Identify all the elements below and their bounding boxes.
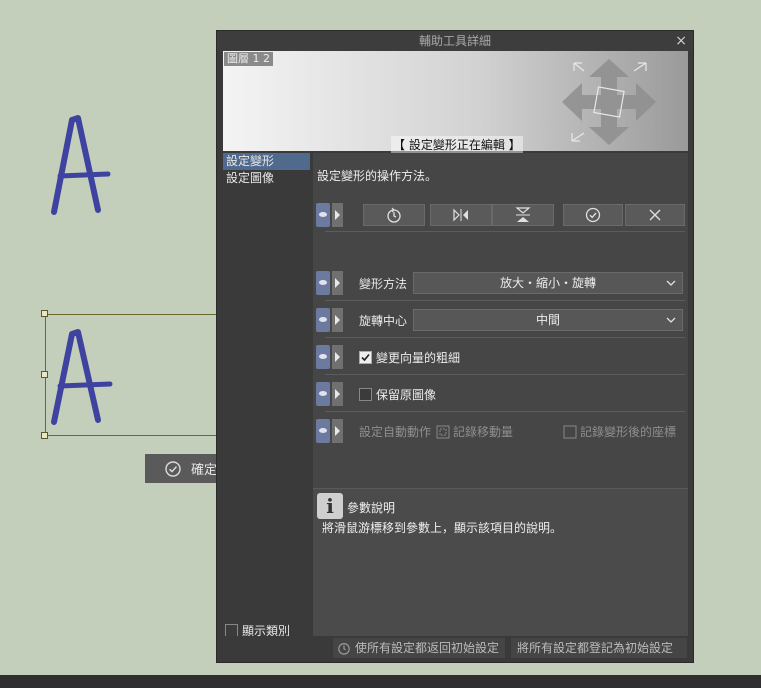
expand-arrow-icon[interactable] (332, 382, 343, 406)
change-vector-width-checkbox[interactable]: 變更向量的粗細 (359, 349, 460, 366)
settings-panel: 設定變形的操作方法。 變形方法 放大・縮小・旋轉 旋轉中心 中間 變更向量的粗細… (313, 153, 688, 488)
reset-icon (338, 643, 350, 655)
preview-area: 圖層 1 2 【 設定變形正在編輯 】 (223, 51, 688, 153)
keep-original-row: 保留原圖像 (313, 380, 688, 408)
transform-handle-middle-left[interactable] (41, 371, 48, 378)
check-mark-icon (361, 353, 370, 362)
auto-action-label: 設定自動動作 (359, 425, 432, 439)
canvas-letter-selected (51, 329, 113, 425)
row-separator (325, 300, 685, 301)
transform-handle-top-left[interactable] (41, 310, 48, 317)
checkbox-checked[interactable] (359, 351, 372, 364)
confirm-button[interactable] (563, 204, 623, 226)
chevron-down-icon (666, 280, 676, 286)
rotation-center-label: 旋轉中心 (359, 314, 408, 328)
chevron-down-icon (666, 317, 676, 323)
help-text: 將滑鼠游標移到參數上，顯示該項目的說明。 (322, 521, 563, 535)
eye-icon[interactable] (316, 345, 330, 369)
expand-arrow-icon[interactable] (332, 419, 343, 443)
dialog-footer: 使所有設定都返回初始設定 將所有設定都登記為初始設定 (223, 636, 688, 661)
record-coords-label: 記錄變形後的座標 (580, 425, 677, 439)
change-vector-width-row: 變更向量的粗細 (313, 343, 688, 371)
eye-icon[interactable] (316, 308, 330, 332)
dialog-title: 輔助工具詳細 (418, 34, 491, 48)
record-coords-checkbox[interactable]: 記錄變形後的座標 (563, 423, 676, 440)
reset-all-settings-button[interactable]: 使所有設定都返回初始設定 (333, 638, 505, 658)
transform-method-select[interactable]: 放大・縮小・旋轉 (413, 272, 683, 294)
eye-icon[interactable] (316, 419, 330, 443)
transform-handle-bottom-left[interactable] (41, 432, 48, 439)
sub-tool-detail-dialog: 輔助工具詳細 × 圖層 1 2 【 設定變形正在編輯 】 設定變形 設定圖像 顯… (216, 30, 694, 663)
category-sidebar: 設定變形 設定圖像 顯示類別 (223, 153, 310, 643)
flip-horizontal-icon (453, 208, 468, 222)
confirm-check-icon (165, 460, 181, 477)
flip-horizontal-button[interactable] (430, 204, 492, 226)
info-icon: i (317, 493, 343, 519)
transform-method-row: 變形方法 放大・縮小・旋轉 (313, 269, 688, 297)
confirm-transform-bar[interactable]: 確定 (145, 454, 225, 483)
layer-tag: 圖層 1 2 (224, 52, 273, 66)
expand-arrow-icon[interactable] (332, 345, 343, 369)
transform-method-label: 變形方法 (359, 277, 408, 291)
confirm-icon (585, 207, 601, 223)
settings-description: 設定變形的操作方法。 (317, 169, 438, 183)
expand-arrow-icon[interactable] (332, 203, 343, 227)
record-coords-icon (563, 425, 577, 438)
cancel-button[interactable] (625, 204, 685, 226)
rotation-center-select[interactable]: 中間 (413, 309, 683, 331)
eye-icon[interactable] (316, 382, 330, 406)
keep-original-label: 保留原圖像 (376, 388, 437, 402)
parameter-help-panel: i 參數說明 將滑鼠游標移到參數上，顯示該項目的說明。 (313, 488, 688, 639)
row-separator (325, 231, 685, 232)
reset-transform-button[interactable] (363, 204, 425, 226)
record-movement-label: 記錄移動量 (453, 425, 514, 439)
confirm-label: 確定 (191, 463, 218, 478)
expand-arrow-icon[interactable] (332, 308, 343, 332)
checkbox-unchecked[interactable] (359, 388, 372, 401)
row-separator (325, 374, 685, 375)
help-title: 參數說明 (347, 501, 396, 515)
editing-status-label: 【 設定變形正在編輯 】 (391, 136, 523, 153)
auto-action-row: 設定自動動作 記錄移動量 記錄變形後的座標 (313, 417, 688, 445)
transform-method-value: 放大・縮小・旋轉 (499, 276, 596, 290)
rotation-center-value: 中間 (535, 313, 560, 327)
canvas-letter-top (51, 115, 111, 215)
reset-icon (387, 207, 401, 223)
eye-icon[interactable] (316, 203, 330, 227)
transform-arrows-icon (562, 59, 656, 145)
transform-actions-row (313, 201, 688, 229)
bottom-strip (0, 675, 761, 688)
record-movement-checkbox[interactable]: 記錄移動量 (436, 423, 513, 440)
register-all-settings-button[interactable]: 將所有設定都登記為初始設定 (511, 638, 687, 658)
row-separator (325, 411, 685, 412)
sidebar-item-transform-settings[interactable]: 設定變形 (223, 153, 310, 170)
row-separator (325, 337, 685, 338)
flip-vertical-button[interactable] (492, 204, 554, 226)
keep-original-checkbox[interactable]: 保留原圖像 (359, 386, 436, 403)
rotation-center-row: 旋轉中心 中間 (313, 306, 688, 334)
reset-all-label: 使所有設定都返回初始設定 (355, 641, 500, 655)
dialog-titlebar[interactable]: 輔助工具詳細 × (217, 31, 693, 51)
eye-icon[interactable] (316, 271, 330, 295)
expand-arrow-icon[interactable] (332, 271, 343, 295)
record-movement-icon (436, 425, 450, 438)
change-vector-width-label: 變更向量的粗細 (376, 351, 461, 365)
flip-vertical-icon (515, 207, 531, 222)
cancel-icon (649, 209, 661, 221)
sidebar-item-image-settings[interactable]: 設定圖像 (223, 170, 310, 187)
close-icon[interactable]: × (675, 31, 687, 51)
register-all-label: 將所有設定都登記為初始設定 (517, 641, 674, 655)
